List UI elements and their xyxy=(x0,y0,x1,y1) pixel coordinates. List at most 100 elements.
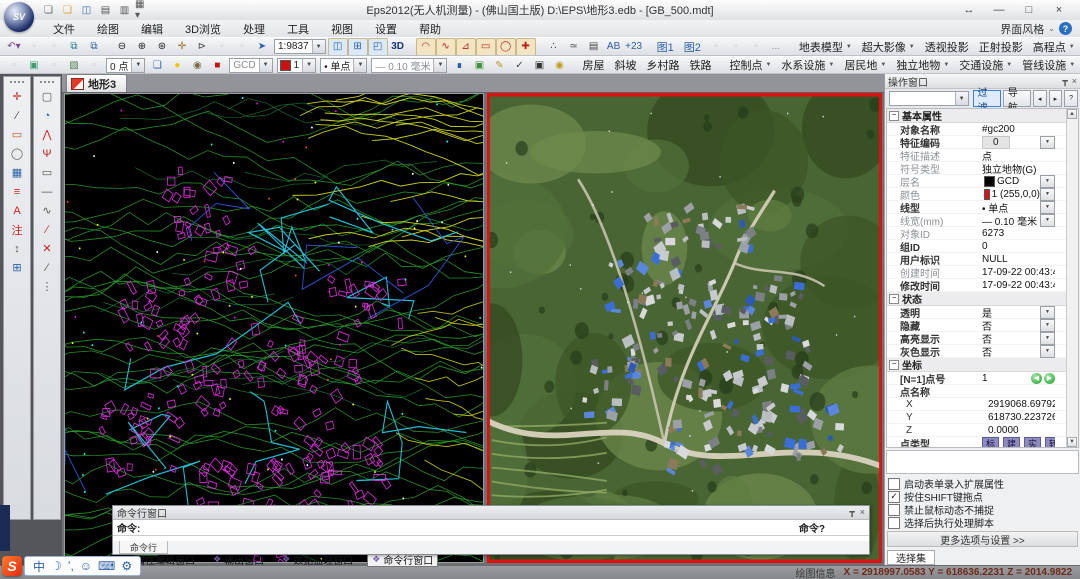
property-row[interactable]: X2919068.6979226451 xyxy=(887,398,1067,411)
check-icon[interactable]: ✓ xyxy=(509,56,529,74)
text-tool-icon[interactable]: A xyxy=(7,201,27,220)
slope-button[interactable]: 斜坡 xyxy=(609,57,641,73)
pin-icon[interactable]: ┳ xyxy=(849,507,854,518)
railway-button[interactable]: 铁路 xyxy=(684,57,716,73)
feature-code-combo[interactable]: 0 点▼ xyxy=(106,58,145,73)
chevron-down-icon[interactable]: ▼ xyxy=(1040,345,1055,358)
chevron-down-icon[interactable]: ▼ xyxy=(1040,306,1055,319)
attribute-table-icon[interactable]: ▤ xyxy=(584,38,604,56)
scroll-down-icon[interactable]: ▼ xyxy=(1067,437,1077,447)
checkbox[interactable] xyxy=(888,478,900,490)
point-type-button[interactable]: 建 xyxy=(1003,437,1020,448)
maximize-icon[interactable]: □ xyxy=(1014,2,1044,19)
open-file-icon[interactable]: ❏ xyxy=(59,3,76,18)
hatch-tool-icon[interactable]: ▦ xyxy=(7,163,27,182)
close-icon[interactable]: × xyxy=(1044,2,1074,19)
point-type-button[interactable]: 实 xyxy=(1024,437,1041,448)
menu-item-7[interactable]: 视图 xyxy=(320,20,364,37)
prev-icon[interactable]: ◂ xyxy=(1033,90,1047,107)
scroll-up-icon[interactable]: ▲ xyxy=(1067,109,1077,119)
plot-settings-icon[interactable]: ▦ ▾ xyxy=(135,3,152,18)
point-type-button[interactable]: 转 xyxy=(1045,437,1055,448)
pan-icon[interactable]: ✛ xyxy=(172,38,192,56)
soft-keyboard-icon[interactable]: ⌨ xyxy=(98,559,115,573)
snap-toggle-icon[interactable]: ▣ xyxy=(24,56,44,74)
scatter-points-icon[interactable]: ∴ xyxy=(544,38,564,56)
resize-icon[interactable]: ↔ xyxy=(954,2,984,19)
select-pointer-icon[interactable]: ⊳ xyxy=(192,38,212,56)
stretch-tool-icon[interactable]: ↕ xyxy=(7,239,27,258)
close-icon[interactable]: × xyxy=(1072,76,1077,87)
menu-item-3[interactable]: 编辑 xyxy=(130,20,174,37)
draw-slope-icon[interactable]: ⊿ xyxy=(456,38,476,56)
filter-button[interactable]: 过滤 xyxy=(973,90,1001,107)
selection-set-tab[interactable]: 选择集 xyxy=(887,550,935,565)
transport-facility-button[interactable]: 交通设施▼ xyxy=(954,57,1017,73)
sogou-logo-icon[interactable]: S xyxy=(2,556,22,576)
draw-point-tool-icon[interactable]: ✛ xyxy=(7,87,27,106)
close-icon[interactable]: × xyxy=(860,507,865,518)
copy-raster-icon[interactable]: ⧉ xyxy=(64,38,84,56)
color-combo[interactable]: 1▼ xyxy=(277,58,317,73)
chevron-down-icon[interactable]: ▼ xyxy=(1040,175,1055,188)
ime-settings-icon[interactable]: ⚙ xyxy=(121,559,132,573)
draw-ellipse-icon[interactable]: ◯ xyxy=(496,38,516,56)
punctuation-icon[interactable]: ’, xyxy=(68,559,74,573)
image-display-icon[interactable]: ▧ xyxy=(64,56,84,74)
orthophoto-canvas[interactable] xyxy=(487,93,882,563)
save-icon[interactable]: ◫ xyxy=(78,3,95,18)
perspective-projection-button[interactable]: 透视投影 xyxy=(920,39,974,55)
lock-icon[interactable]: ∎ xyxy=(449,56,469,74)
undo-icon[interactable]: ↶▾ xyxy=(4,38,24,56)
layer-bulb-icon[interactable]: ● xyxy=(167,56,187,74)
ortho-projection-button[interactable]: 正射投影 xyxy=(974,39,1028,55)
navigate-button[interactable]: 导航 xyxy=(1003,90,1031,107)
chevron-down-icon[interactable]: ▼ xyxy=(302,59,315,72)
checkbox[interactable]: ✓ xyxy=(888,491,900,503)
refresh-props-icon[interactable]: ▣ xyxy=(469,56,489,74)
checkbox[interactable] xyxy=(888,504,900,516)
checkbox[interactable] xyxy=(888,517,900,529)
draw-arc-icon[interactable]: ◠ xyxy=(416,38,436,56)
split-tool-icon[interactable]: ∕ xyxy=(37,258,57,277)
menu-item-9[interactable]: 帮助 xyxy=(408,20,452,37)
zoom-in-icon[interactable]: ⊕ xyxy=(132,38,152,56)
linetype-combo[interactable]: • 单点▼ xyxy=(320,58,367,73)
filter-combo[interactable]: ▼ xyxy=(889,91,969,106)
chevron-down-icon[interactable]: ▼ xyxy=(1040,201,1055,214)
vegetation-symbol-tool-icon[interactable]: Ψ xyxy=(37,144,57,163)
village-road-button[interactable]: 乡村路 xyxy=(641,57,684,73)
menu-item-1[interactable]: 文件 xyxy=(42,20,86,37)
view2-button[interactable]: 图2 xyxy=(679,39,706,55)
draw-ellipse-tool-icon[interactable]: ◯ xyxy=(7,144,27,163)
independent-feature-button[interactable]: 独立地物▼ xyxy=(891,57,954,73)
panel-help-icon[interactable]: ? xyxy=(1064,90,1078,107)
control-point-button[interactable]: 控制点▼ xyxy=(724,57,776,73)
linewidth-combo[interactable]: — 0.10 毫米▼ xyxy=(371,58,447,73)
menu-item-6[interactable]: 工具 xyxy=(276,20,320,37)
curve-tool-icon[interactable]: ∿ xyxy=(37,201,57,220)
point-type-button[interactable]: 标 xyxy=(982,437,999,448)
new-object-tool-icon[interactable]: ▢ xyxy=(37,87,57,106)
orbit-tool-icon[interactable]: ◔ xyxy=(37,106,57,125)
chevron-down-icon[interactable]: ▼ xyxy=(259,59,272,72)
command-line-tab[interactable]: 命令行 xyxy=(119,541,168,554)
vector-map-canvas[interactable] xyxy=(65,94,483,562)
property-grid-scrollbar[interactable]: ▲ ▼ xyxy=(1066,109,1078,447)
prev-point-icon[interactable]: ◀ xyxy=(1031,373,1042,384)
chevron-down-icon[interactable]: ⌄ xyxy=(1048,24,1055,33)
water-facility-button[interactable]: 水系设施▼ xyxy=(776,57,839,73)
parallel-tool-icon[interactable]: ≡ xyxy=(7,182,27,201)
segment-tool-icon[interactable]: — xyxy=(37,182,57,201)
more-options-button[interactable]: 更多选项与设置 >> xyxy=(887,531,1078,547)
minimize-icon[interactable]: — xyxy=(984,2,1014,19)
number-label-icon[interactable]: +23 xyxy=(624,38,644,56)
surface-model-button[interactable]: 地表模型▼ xyxy=(794,39,857,55)
ui-style-menu[interactable]: 界面风格 xyxy=(1000,21,1044,37)
next-icon[interactable]: ▸ xyxy=(1049,90,1063,107)
vector-map-view[interactable] xyxy=(64,93,484,563)
residential-button[interactable]: 居民地▼ xyxy=(839,57,891,73)
copy-screen-icon[interactable]: ⧉ xyxy=(84,38,104,56)
text-label-icon[interactable]: AB xyxy=(604,38,624,56)
slope-hachure-tool-icon[interactable]: ⋀ xyxy=(37,125,57,144)
